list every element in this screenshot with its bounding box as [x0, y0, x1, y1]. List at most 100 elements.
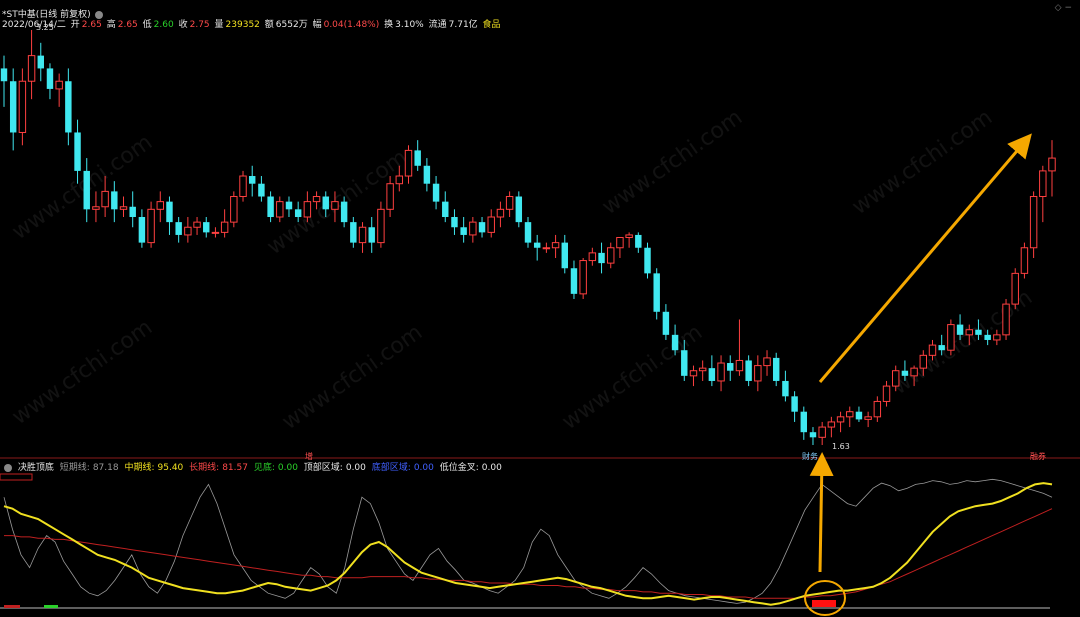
candle	[166, 201, 173, 223]
bottom-signal-bar	[812, 600, 836, 607]
candle	[46, 68, 54, 89]
candle	[1020, 247, 1029, 274]
candle	[156, 201, 164, 210]
top-zone-value: 0.00	[345, 463, 366, 473]
price-chart[interactable]: 3.25 1.63 增 财务 融券	[0, 0, 1080, 617]
candle	[331, 201, 339, 210]
candle	[681, 350, 688, 376]
candle	[717, 362, 725, 382]
event-tag[interactable]: 融券	[1030, 451, 1046, 461]
candle	[1039, 170, 1047, 198]
candle	[1048, 157, 1056, 172]
long-value: 81.57	[222, 463, 248, 473]
candle	[607, 247, 615, 264]
candle	[928, 344, 937, 356]
candle	[0, 68, 8, 82]
candle	[469, 221, 477, 236]
candle	[635, 234, 642, 248]
candle	[791, 396, 798, 412]
bottom-zone-value: 0.00	[413, 463, 434, 473]
candle	[423, 165, 431, 184]
candle	[800, 411, 808, 433]
candle	[910, 367, 918, 377]
candle	[993, 334, 1001, 341]
candle	[947, 324, 955, 351]
candle	[735, 359, 744, 372]
candle	[827, 421, 836, 428]
candle	[689, 370, 698, 377]
candle	[487, 216, 495, 233]
candle	[561, 242, 568, 269]
signal-arrow	[809, 452, 834, 573]
mid-value: 95.40	[157, 463, 184, 473]
candle	[882, 385, 891, 402]
long-line	[4, 508, 1053, 599]
high-price-label: 3.25	[36, 23, 54, 32]
candle	[901, 370, 909, 376]
low-price-label: 1.63	[832, 442, 850, 451]
indicator-name[interactable]: 决胜顶底	[18, 463, 54, 473]
candle	[496, 208, 505, 218]
candle	[138, 217, 146, 243]
candle	[303, 201, 312, 218]
candle	[919, 354, 928, 369]
candle	[9, 81, 17, 133]
candle	[846, 411, 854, 418]
short-value: 87.18	[92, 463, 119, 473]
candle	[322, 196, 329, 210]
candle	[745, 360, 752, 381]
candle	[65, 81, 72, 133]
candle	[377, 208, 385, 244]
indicator-tag-box	[0, 473, 33, 481]
mid-line	[3, 482, 1053, 606]
candle	[248, 176, 256, 184]
candle	[478, 222, 486, 233]
candle	[414, 150, 421, 166]
candle	[864, 416, 872, 420]
event-tag[interactable]: 财务	[802, 451, 818, 461]
candle	[101, 190, 109, 208]
candle	[340, 201, 348, 223]
candle	[625, 234, 633, 239]
candle	[965, 329, 973, 336]
candle	[598, 252, 605, 264]
trend-arrow	[818, 133, 1032, 383]
candle	[542, 247, 551, 250]
candle	[368, 227, 375, 243]
candle	[358, 226, 367, 244]
candle	[239, 175, 247, 198]
candle	[386, 183, 394, 210]
candle	[956, 324, 964, 335]
candle	[754, 365, 762, 382]
candle	[818, 426, 826, 438]
candle	[37, 55, 44, 69]
candle	[644, 247, 651, 274]
candle	[27, 55, 36, 82]
candle	[515, 196, 523, 223]
candle	[312, 196, 321, 203]
candle	[175, 222, 182, 235]
event-tag[interactable]: 增	[305, 451, 313, 461]
candle	[350, 222, 357, 243]
close-icon[interactable]	[4, 463, 12, 472]
candle	[395, 175, 404, 185]
signal-mark	[4, 605, 20, 608]
candle	[809, 432, 817, 438]
candle	[211, 231, 220, 234]
candle	[653, 273, 660, 312]
candle	[772, 357, 780, 381]
candle	[588, 252, 597, 262]
candles-layer	[0, 30, 1056, 445]
signal-mark	[44, 605, 58, 608]
candle	[111, 191, 118, 210]
golden-value: 0.00	[481, 463, 502, 473]
candle	[662, 311, 670, 335]
candle	[267, 196, 274, 218]
candle	[203, 222, 210, 233]
candle	[92, 206, 100, 210]
candle	[55, 80, 63, 90]
candle	[533, 242, 541, 248]
candle	[451, 217, 458, 228]
candle	[551, 242, 560, 249]
candle	[129, 206, 136, 218]
